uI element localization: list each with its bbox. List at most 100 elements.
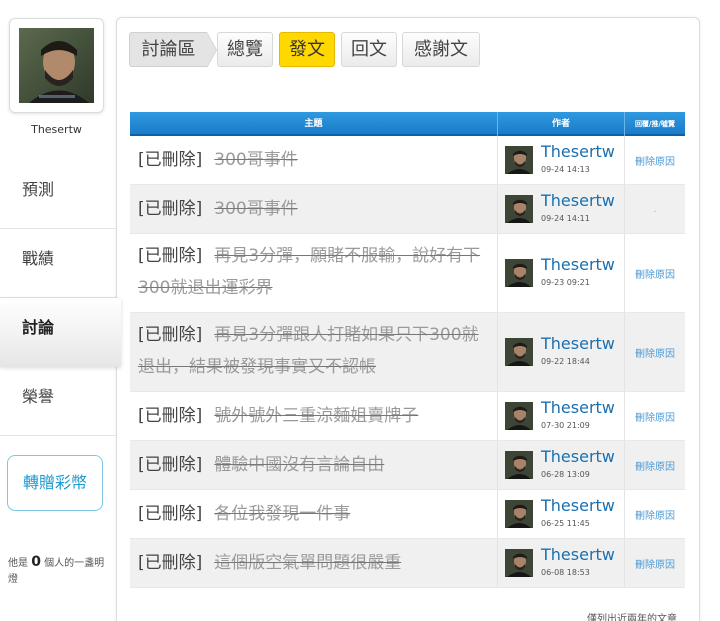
post-author-cell: Thesertw 09-24 14:13: [498, 136, 625, 184]
table-row: [已刪除] 各位我發現一件事 Thesertw 06-25 11:45 刪除原因: [130, 490, 685, 539]
author-avatar[interactable]: [505, 338, 533, 366]
sidebar-item-label: 討論: [22, 318, 55, 337]
delete-reason-link[interactable]: 刪除原因: [625, 490, 685, 538]
sidebar-item-discussion[interactable]: 討論: [0, 298, 121, 367]
author-info: Thesertw 06-25 11:45: [505, 496, 623, 531]
table-row: [已刪除] 300哥事件 Thesertw 09-24 14:11 .: [130, 185, 685, 234]
author-info: Thesertw 06-28 13:09: [505, 447, 623, 482]
delete-reason-link[interactable]: 刪除原因: [625, 136, 685, 184]
post-subject-cell[interactable]: [已刪除] 300哥事件: [130, 185, 498, 233]
post-author-cell: Thesertw 06-08 18:53: [498, 539, 625, 587]
post-author-cell: Thesertw 09-23 09:21: [498, 234, 625, 312]
posts-table: 主題 作者 回覆/推/噓覽 [已刪除] 300哥事件 Thesertw 09-2…: [130, 112, 685, 588]
deleted-tag: [已刪除]: [138, 246, 203, 266]
author-name[interactable]: Thesertw: [541, 191, 615, 210]
post-subject-cell[interactable]: [已刪除] 再見3分彈，願賭不服輸，說好有下300就退出運彩界: [130, 234, 498, 312]
author-info: Thesertw 09-22 18:44: [505, 334, 623, 369]
author-avatar[interactable]: [505, 259, 533, 287]
author-name[interactable]: Thesertw: [541, 447, 615, 466]
deleted-tag: [已刪除]: [138, 199, 203, 219]
profile-avatar-frame: [9, 18, 104, 113]
post-time: 06-08 18:53: [541, 568, 590, 577]
tab-overview[interactable]: 總覽: [217, 32, 273, 67]
tab-thanks[interactable]: 感謝文: [402, 32, 480, 67]
discussion-panel: 討論區 總覽 發文 回文 感謝文 主題 作者 回覆/推/噓覽 [已刪除] 300哥…: [116, 17, 700, 621]
tab-posts[interactable]: 發文: [279, 32, 335, 67]
table-row: [已刪除] 號外號外三重涼麵姐賣牌子 Thesertw 07-30 21:09 刪…: [130, 392, 685, 441]
delete-reason-link[interactable]: 刪除原因: [625, 392, 685, 440]
delete-reason-link[interactable]: 刪除原因: [625, 313, 685, 391]
post-author-cell: Thesertw 07-30 21:09: [498, 392, 625, 440]
author-avatar[interactable]: [505, 549, 533, 577]
sidebar-item-label: 戰績: [22, 249, 55, 268]
post-title[interactable]: 號外號外三重涼麵姐賣牌子: [214, 400, 418, 432]
profile-username: Thesertw: [31, 123, 82, 136]
author-info: Thesertw 09-23 09:21: [505, 255, 623, 290]
profile-avatar[interactable]: [19, 28, 94, 103]
sidebar: Thesertw 預測 戰績 討論 榮譽 轉贈彩幣 他是 0 個人的一盞明燈: [0, 0, 121, 621]
lamp-counter: 他是 0 個人的一盞明燈: [8, 554, 108, 588]
post-subject-cell[interactable]: [已刪除] 這個版空氣單問題很嚴重: [130, 539, 498, 587]
table-row: [已刪除] 體驗中國沒有言論自由 Thesertw 06-28 13:09 刪除原…: [130, 441, 685, 490]
delete-reason-link[interactable]: 刪除原因: [625, 539, 685, 587]
post-subject-cell[interactable]: [已刪除] 各位我發現一件事: [130, 490, 498, 538]
post-title[interactable]: 300哥事件: [214, 193, 297, 225]
lamp-count: 0: [31, 554, 41, 570]
deleted-tag: [已刪除]: [138, 504, 203, 524]
lamp-prefix: 他是: [8, 558, 28, 569]
post-time: 09-22 18:44: [541, 357, 590, 366]
author-name[interactable]: Thesertw: [541, 255, 615, 274]
author-info: Thesertw 06-08 18:53: [505, 545, 623, 580]
author-info: Thesertw 07-30 21:09: [505, 398, 623, 433]
sidebar-item-honors[interactable]: 榮譽: [0, 367, 117, 436]
transfer-coins-button[interactable]: 轉贈彩幣: [7, 455, 103, 511]
sidebar-item-label: 預測: [22, 180, 55, 199]
column-header-reply: 回覆/推/噓覽: [634, 120, 676, 128]
author-name[interactable]: Thesertw: [541, 334, 615, 353]
delete-reason-link[interactable]: 刪除原因: [625, 441, 685, 489]
deleted-tag: [已刪除]: [138, 455, 203, 475]
author-name[interactable]: Thesertw: [541, 496, 615, 515]
sidebar-item-record[interactable]: 戰績: [0, 229, 117, 298]
post-title[interactable]: 體驗中國沒有言論自由: [214, 449, 384, 481]
deleted-tag: [已刪除]: [138, 553, 203, 573]
sidebar-item-predictions[interactable]: 預測: [0, 160, 117, 229]
table-row: [已刪除] 這個版空氣單問題很嚴重 Thesertw 06-08 18:53 刪除…: [130, 539, 685, 588]
deleted-tag: [已刪除]: [138, 406, 203, 426]
column-header-author: 作者: [498, 112, 625, 136]
author-info: Thesertw 09-24 14:13: [505, 142, 623, 177]
post-time: 06-28 13:09: [541, 470, 590, 479]
table-body: [已刪除] 300哥事件 Thesertw 09-24 14:13 刪除原因 […: [130, 136, 685, 588]
post-author-cell: Thesertw 06-28 13:09: [498, 441, 625, 489]
sidebar-nav: 預測 戰績 討論 榮譽: [0, 160, 121, 436]
post-subject-cell[interactable]: [已刪除] 體驗中國沒有言論自由: [130, 441, 498, 489]
post-title[interactable]: 各位我發現一件事: [214, 498, 350, 530]
post-time: 06-25 11:45: [541, 519, 590, 528]
author-name[interactable]: Thesertw: [541, 545, 615, 564]
author-avatar[interactable]: [505, 500, 533, 528]
post-title[interactable]: 這個版空氣單問題很嚴重: [214, 547, 401, 579]
author-avatar[interactable]: [505, 451, 533, 479]
tab-forum-home[interactable]: 討論區: [129, 32, 217, 68]
table-row: [已刪除] 再見3分彈跟人打賭如果只下300就退出，結果被發現事實又不認帳 The…: [130, 313, 685, 392]
post-subject-cell[interactable]: [已刪除] 號外號外三重涼麵姐賣牌子: [130, 392, 498, 440]
reply-placeholder: .: [653, 203, 657, 215]
post-title[interactable]: 300哥事件: [214, 144, 297, 176]
table-header: 主題 作者 回覆/推/噓覽: [130, 112, 685, 136]
footer-note: 僅列出近兩年的文章: [587, 614, 677, 621]
post-subject-cell[interactable]: [已刪除] 再見3分彈跟人打賭如果只下300就退出，結果被發現事實又不認帳: [130, 313, 498, 391]
post-author-cell: Thesertw 09-22 18:44: [498, 313, 625, 391]
post-time: 09-24 14:11: [541, 214, 590, 223]
post-time: 07-30 21:09: [541, 421, 590, 430]
author-name[interactable]: Thesertw: [541, 142, 615, 161]
table-row: [已刪除] 300哥事件 Thesertw 09-24 14:13 刪除原因: [130, 136, 685, 185]
delete-reason-link[interactable]: 刪除原因: [625, 234, 685, 312]
author-avatar[interactable]: [505, 195, 533, 223]
author-info: Thesertw 09-24 14:11: [505, 191, 623, 226]
post-subject-cell[interactable]: [已刪除] 300哥事件: [130, 136, 498, 184]
author-avatar[interactable]: [505, 402, 533, 430]
tab-replies[interactable]: 回文: [341, 32, 397, 67]
post-author-cell: Thesertw 06-25 11:45: [498, 490, 625, 538]
author-avatar[interactable]: [505, 146, 533, 174]
author-name[interactable]: Thesertw: [541, 398, 615, 417]
